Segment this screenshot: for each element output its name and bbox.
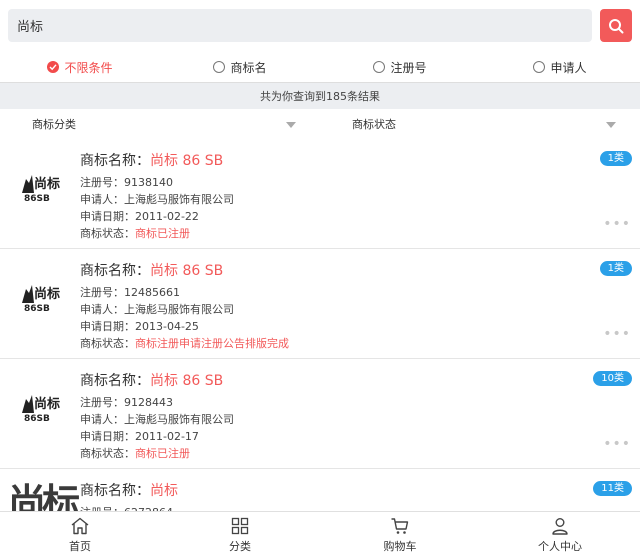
- trademark-name: 尚标: [150, 483, 178, 499]
- tab-home[interactable]: 首页: [0, 512, 160, 555]
- category-dropdown-label: 商标分类: [32, 118, 76, 131]
- more-icon[interactable]: •••: [603, 327, 631, 341]
- class-badge: 10类: [593, 371, 632, 386]
- item-body: 商标名称：尚标 86 SB 注册号：9138140 申请人：上海彪马服饰有限公司…: [80, 153, 234, 240]
- trademark-logo: 尚标: [8, 481, 80, 511]
- search-input[interactable]: [8, 9, 592, 42]
- trademark-status: 商标已注册: [135, 227, 190, 240]
- status-dropdown[interactable]: 商标状态: [320, 111, 640, 139]
- tab-label: 首页: [69, 540, 91, 553]
- reg-no: 9128443: [124, 396, 173, 409]
- class-badge: 1类: [599, 261, 632, 276]
- search-icon: [609, 18, 624, 33]
- trademark-logo: 尚标 86SB: [22, 285, 60, 313]
- trademark-logo: 尚标 86SB: [22, 175, 60, 203]
- filter-reg-no[interactable]: 注册号: [320, 52, 480, 82]
- grid-icon: [231, 517, 249, 535]
- list-item[interactable]: 尚标 86SB 商标名称：尚标 86 SB 注册号：9128443 申请人：上海…: [0, 359, 640, 469]
- class-badge: 11类: [593, 481, 632, 496]
- list-item[interactable]: 尚标 商标名称：尚标 注册号：6272864 11类: [0, 469, 640, 511]
- filter-trademark-name[interactable]: 商标名: [160, 52, 320, 82]
- trademark-status: 商标已注册: [135, 447, 190, 460]
- item-body: 商标名称：尚标 86 SB 注册号：12485661 申请人：上海彪马服饰有限公…: [80, 263, 289, 350]
- radio-icon: [373, 61, 386, 73]
- trademark-name: 尚标 86 SB: [150, 263, 224, 279]
- svg-text:86SB: 86SB: [24, 414, 50, 423]
- list-item[interactable]: 尚标 86SB 商标名称：尚标 86 SB 注册号：9138140 申请人：上海…: [0, 139, 640, 249]
- caret-down-icon: [606, 122, 616, 128]
- trademark-name: 尚标 86 SB: [150, 373, 224, 389]
- item-body: 商标名称：尚标 注册号：6272864: [80, 481, 178, 511]
- result-list: 尚标 86SB 商标名称：尚标 86 SB 注册号：9138140 申请人：上海…: [0, 139, 640, 511]
- class-badge: 1类: [599, 151, 632, 166]
- filter-label: 不限条件: [64, 60, 113, 75]
- search-button[interactable]: [600, 9, 632, 42]
- category-dropdown[interactable]: 商标分类: [0, 111, 320, 139]
- more-icon[interactable]: •••: [603, 437, 631, 451]
- applicant: 上海彪马服饰有限公司: [124, 193, 234, 206]
- reg-no: 12485661: [124, 286, 180, 299]
- trademark-name: 尚标 86 SB: [150, 153, 224, 169]
- applicant: 上海彪马服饰有限公司: [124, 303, 234, 316]
- tab-label: 个人中心: [538, 540, 582, 553]
- svg-text:尚标: 尚标: [34, 176, 60, 192]
- cart-icon: [391, 518, 409, 534]
- svg-text:尚标: 尚标: [34, 396, 60, 412]
- filter-label: 申请人: [550, 60, 587, 75]
- more-icon[interactable]: •••: [603, 217, 631, 231]
- filter-applicant[interactable]: 申请人: [480, 52, 640, 82]
- trademark-logo: 尚标 86SB: [22, 395, 60, 423]
- radio-icon: [213, 61, 226, 73]
- svg-text:尚标: 尚标: [34, 286, 60, 302]
- applicant: 上海彪马服饰有限公司: [124, 413, 234, 426]
- tab-profile[interactable]: 个人中心: [480, 512, 640, 555]
- filter-label: 注册号: [390, 60, 427, 75]
- item-body: 商标名称：尚标 86 SB 注册号：9128443 申请人：上海彪马服饰有限公司…: [80, 373, 234, 460]
- user-icon: [552, 518, 568, 535]
- filter-unlimited[interactable]: 不限条件: [0, 52, 160, 82]
- dropdown-row: 商标分类 商标状态: [0, 111, 640, 139]
- apply-date: 2011-02-22: [135, 210, 199, 223]
- home-icon: [71, 517, 89, 535]
- radio-checked-icon: [47, 61, 60, 73]
- list-item[interactable]: 尚标 86SB 商标名称：尚标 86 SB 注册号：12485661 申请人：上…: [0, 249, 640, 359]
- reg-no: 9138140: [124, 176, 173, 189]
- bottom-tab-bar: 首页 分类 购物车 个人中心: [0, 511, 640, 555]
- tab-label: 分类: [229, 540, 251, 553]
- apply-date: 2011-02-17: [135, 430, 199, 443]
- caret-down-icon: [286, 122, 296, 128]
- tab-label: 购物车: [383, 540, 417, 553]
- trademark-status: 商标注册申请注册公告排版完成: [135, 337, 289, 350]
- search-bar: [0, 0, 640, 52]
- tab-cart[interactable]: 购物车: [320, 512, 480, 555]
- svg-text:86SB: 86SB: [24, 194, 50, 203]
- filter-label: 商标名: [230, 60, 267, 75]
- filter-options: 不限条件 商标名 注册号 申请人: [0, 52, 640, 82]
- svg-text:86SB: 86SB: [24, 304, 50, 313]
- result-count-banner: 共为你查询到185条结果: [0, 82, 640, 109]
- apply-date: 2013-04-25: [135, 320, 199, 333]
- status-dropdown-label: 商标状态: [352, 118, 396, 131]
- radio-icon: [533, 61, 546, 73]
- tab-category[interactable]: 分类: [160, 512, 320, 555]
